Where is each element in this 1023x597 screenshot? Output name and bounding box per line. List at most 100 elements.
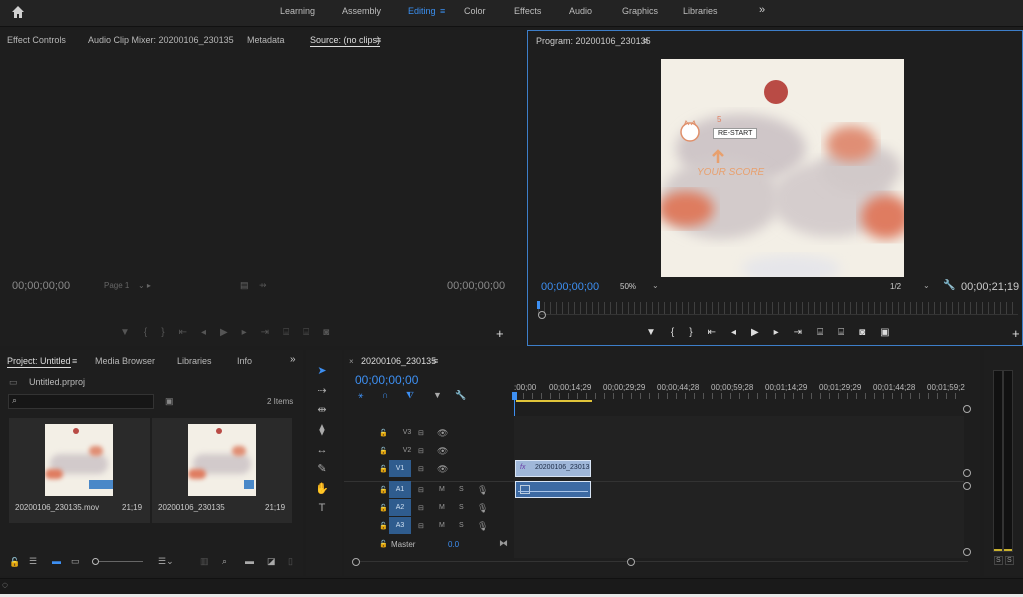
project-item[interactable]: 20200106_230135 21;19 [152,418,292,523]
timeline-timecode[interactable]: 00;00;00;00 [355,373,418,387]
timeline-h-scrollbar[interactable] [352,558,968,566]
tab-audio[interactable]: Audio [569,6,592,16]
microphone-icon[interactable]: 🎙 [477,503,488,514]
video-clip[interactable]: fx 20200106_23013 [515,460,591,477]
page-dropdown-icon[interactable]: ⌄ ▸ [138,281,151,290]
status-icon[interactable]: ◌ [2,580,8,591]
sync-lock-icon[interactable]: ⊟ [418,447,424,455]
solo-button[interactable]: S [459,522,464,529]
solo-right-button[interactable]: S [1005,556,1014,565]
master-volume[interactable]: 0.0 [448,540,459,549]
lock-track-icon[interactable]: 🔓 [379,447,388,455]
program-menu-icon[interactable]: ≡ [643,36,648,46]
tab-metadata[interactable]: Metadata [247,35,285,57]
track-target-v1[interactable]: V1 [389,460,411,477]
playhead-handle[interactable] [512,392,517,400]
track-target-a1[interactable]: A1 [389,481,411,498]
zoom-dropdown-icon[interactable]: ⌄ [652,281,659,290]
tab-info[interactable]: Info [237,356,252,378]
lock-track-icon[interactable]: 🔓 [379,486,388,494]
more-workspaces-icon[interactable]: » [759,4,765,16]
export-frame-icon[interactable]: ▤ [240,280,249,291]
lock-track-icon[interactable]: 🔓 [379,540,388,548]
editing-menu-icon[interactable]: ≡ [440,6,445,16]
microphone-icon[interactable]: 🎙 [477,521,488,532]
snap-icon[interactable]: ∩ [382,390,388,400]
tab-effects[interactable]: Effects [514,6,541,16]
zoom-select[interactable]: 50% [620,282,636,291]
freeform-view-icon[interactable]: ▭ [71,556,80,567]
program-transport-controls[interactable]: ▼{}⇤◂▶▸⇥⌸⌸◙▣ [646,327,905,338]
program-timecode[interactable]: 00;00;00;00 [541,281,599,293]
new-item-icon[interactable]: ◪ [267,556,276,567]
icon-view-icon[interactable]: ▬ [52,556,61,566]
sync-lock-icon[interactable]: ⊟ [418,486,424,494]
eye-icon[interactable]: 👁 [437,428,448,439]
selection-tool-icon[interactable]: ➤ [315,364,329,378]
tab-project[interactable]: Project: Untitled [7,356,71,368]
source-timecode[interactable]: 00;00;00;00 [12,280,70,292]
source-transport-controls[interactable]: ▼{}⇤◂▶▸⇥⌸⌸◙ [120,327,343,338]
lock-track-icon[interactable]: 🔓 [379,465,388,473]
microphone-icon[interactable]: 🎙 [477,485,488,496]
settings-icon[interactable]: ⇸ [259,280,267,291]
v-scroll-mid-handle[interactable] [963,469,971,477]
program-scrub-ruler[interactable] [538,302,1018,315]
program-title[interactable]: Program: 20200106_230135 [536,36,651,58]
lock-track-icon[interactable]: 🔓 [379,504,388,512]
a-scroll-top-handle[interactable] [963,482,971,490]
sync-lock-icon[interactable]: ⊟ [418,522,424,530]
tab-audio-clip-mixer[interactable]: Audio Clip Mixer: 20200106_230135 [88,35,234,57]
sync-lock-icon[interactable]: ⊟ [418,465,424,473]
project-menu-icon[interactable]: ≡ [72,356,77,366]
pen-tool-icon[interactable]: ✎ [315,462,329,476]
lock-track-icon[interactable]: 🔓 [379,522,388,530]
nest-icon[interactable]: ⚹ [358,390,363,401]
slip-tool-icon[interactable]: ↔ [315,443,329,457]
wrench-icon[interactable]: 🔧 [943,280,955,291]
project-search-input[interactable]: ⌕ [8,394,154,409]
razor-tool-icon[interactable]: ⧫ [315,423,329,437]
trash-icon[interactable]: ▯ [288,556,293,567]
add-button[interactable]: + [496,326,504,341]
mute-button[interactable]: M [439,486,445,493]
hand-tool-icon[interactable]: ✋ [315,482,329,496]
lock-icon[interactable]: 🔓 [9,557,20,568]
solo-left-button[interactable]: S [994,556,1003,565]
new-bin-icon[interactable]: ▬ [245,556,254,566]
new-bin-from-search-icon[interactable]: ▣ [165,396,174,407]
source-menu-icon[interactable]: ≡ [376,35,381,45]
tab-learning[interactable]: Learning [280,6,315,16]
tab-effect-controls[interactable]: Effect Controls [7,35,66,57]
zoom-scroll-handle[interactable] [538,311,546,319]
sequence-tab[interactable]: 20200106_230135 [361,356,436,366]
sync-lock-icon[interactable]: ⊟ [418,504,424,512]
eye-icon[interactable]: 👁 [437,446,448,457]
a-scroll-bottom-handle[interactable] [963,548,971,556]
resolution-dropdown-icon[interactable]: ⌄ [923,281,930,290]
more-panels-icon[interactable]: » [290,354,296,365]
add-marker-icon[interactable]: ▼ [433,390,442,400]
program-add-button[interactable]: + [1012,326,1020,341]
find-icon[interactable]: ⌕ [222,556,227,567]
project-item[interactable]: 20200106_230135.mov 21;19 [9,418,150,523]
sort-icon[interactable]: ☰⌄ [158,556,174,567]
type-tool-icon[interactable]: T [315,501,329,515]
playhead-marker[interactable] [537,301,540,309]
linked-selection-icon[interactable]: ⧨ [406,390,414,401]
resolution-select[interactable]: 1/2 [890,282,901,291]
time-ruler[interactable]: :00;00 00;00;14;29 00;00;29;29 00;00;44;… [514,380,970,402]
track-target-a3[interactable]: A3 [389,517,411,534]
track-target-a2[interactable]: A2 [389,499,411,516]
ripple-edit-tool-icon[interactable]: ⇹ [315,403,329,417]
list-view-icon[interactable]: ☰ [29,556,37,567]
lock-track-icon[interactable]: 🔓 [379,429,388,437]
v-scroll-top-handle[interactable] [963,405,971,413]
restart-button[interactable]: RE-START [713,128,758,139]
go-to-end-icon[interactable]: ⧓ [499,538,508,549]
sequence-menu-icon[interactable]: ≡ [433,356,438,366]
tab-editing[interactable]: Editing [408,6,436,16]
tab-graphics[interactable]: Graphics [622,6,658,16]
tab-color[interactable]: Color [464,6,486,16]
solo-button[interactable]: S [459,486,464,493]
